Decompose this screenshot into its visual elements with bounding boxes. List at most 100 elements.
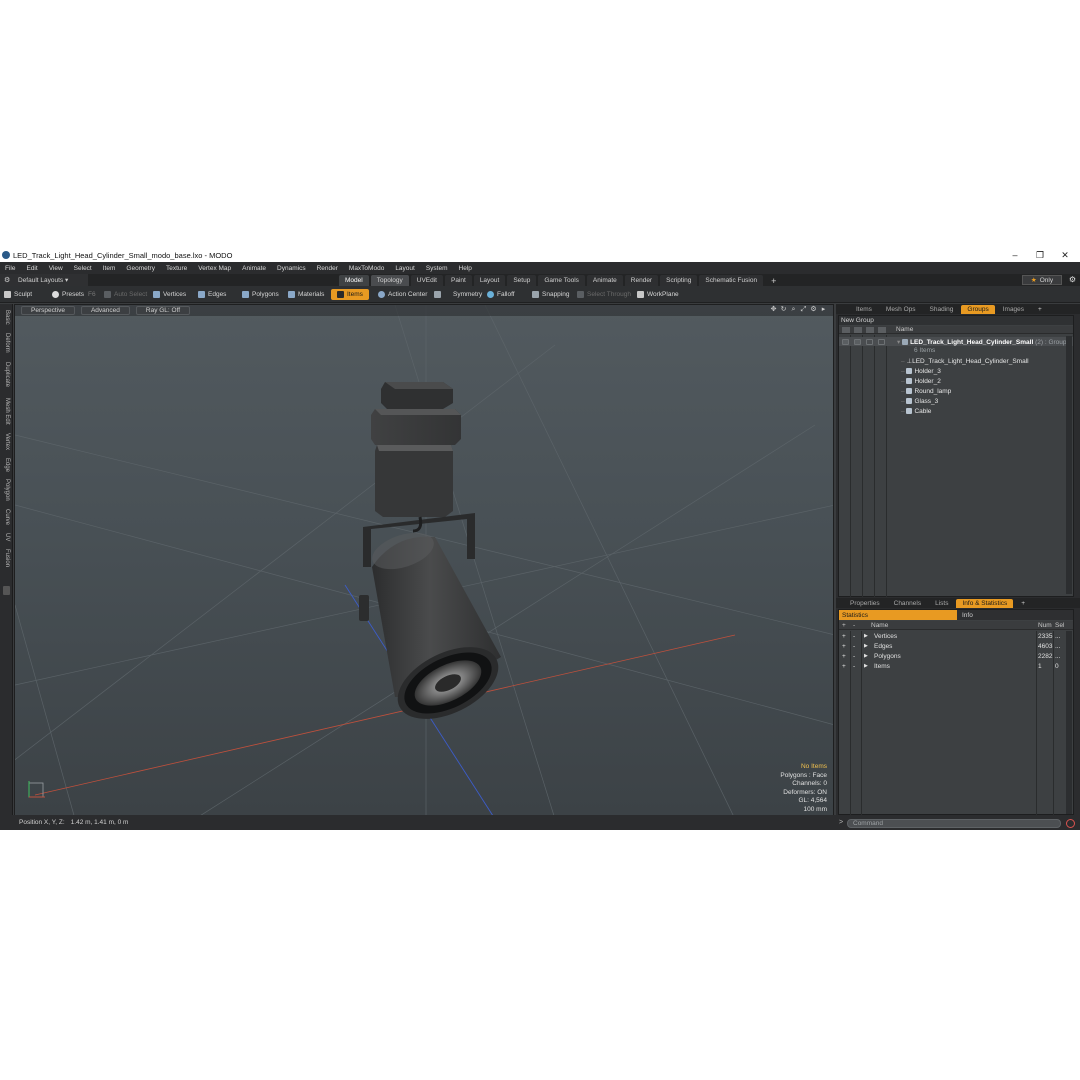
remove-icon[interactable]: - (853, 633, 855, 640)
lamp-model[interactable] (359, 382, 510, 734)
record-icon[interactable] (1066, 819, 1075, 828)
vtab-deform[interactable]: Deform (1, 330, 12, 356)
add-column-icon[interactable]: + (842, 622, 846, 629)
render-icon[interactable] (878, 339, 885, 345)
rotate-view-icon[interactable]: ↻ (780, 306, 787, 313)
expand-triangle-icon[interactable]: ▶ (864, 643, 868, 649)
perspective-button[interactable]: Perspective (21, 306, 75, 315)
menu-layout[interactable]: Layout (390, 265, 421, 272)
vtab-curve[interactable]: Curve (1, 506, 12, 528)
vtab-uv[interactable]: UV (1, 530, 12, 544)
vtab-vertex[interactable]: Vertex (1, 430, 12, 454)
menu-geometry[interactable]: Geometry (121, 265, 161, 272)
tab-schematic-fusion[interactable]: Schematic Fusion (699, 275, 764, 286)
viewport-more-icon[interactable]: ▸ (820, 306, 827, 313)
auto-select-button[interactable]: Auto Select (104, 289, 147, 300)
tab-mesh-ops[interactable]: Mesh Ops (880, 305, 922, 314)
group-member-row[interactable]: – Round_lamp (839, 386, 1073, 396)
menu-select[interactable]: Select (69, 265, 98, 272)
groups-scrollbar[interactable] (1066, 336, 1072, 594)
polygons-button[interactable]: Polygons (242, 289, 279, 300)
tab-render[interactable]: Render (624, 275, 659, 286)
tab-uvedit[interactable]: UVEdit (410, 275, 443, 286)
tab-properties[interactable]: Properties (844, 599, 886, 608)
subtab-statistics[interactable]: Statistics (839, 610, 957, 620)
fit-view-icon[interactable]: ⤢ (800, 306, 807, 313)
move-view-icon[interactable]: ✥ (770, 306, 777, 313)
menu-item[interactable]: Item (98, 265, 122, 272)
tab-groups[interactable]: Groups (961, 304, 995, 314)
symmetry-button[interactable]: Symmetry (434, 289, 482, 300)
vtab-basic[interactable]: Basic (1, 306, 12, 328)
new-group-button[interactable]: New Group (839, 316, 1073, 325)
add-icon[interactable]: + (842, 633, 846, 640)
menu-animate[interactable]: Animate (237, 265, 272, 272)
tab-setup[interactable]: Setup (507, 275, 537, 286)
viewport-settings-icon[interactable]: ⚙ (810, 306, 817, 313)
layout-settings-icon[interactable]: ⚙ (1069, 275, 1076, 284)
tab-lists[interactable]: Lists (929, 599, 954, 608)
group-member-row[interactable]: – ⊥LED_Track_Light_Head_Cylinder_Small (839, 356, 1073, 366)
remove-icon[interactable]: - (853, 663, 855, 670)
group-member-row[interactable]: – Cable (839, 406, 1073, 416)
sculpt-button[interactable]: Sculpt (4, 289, 32, 300)
lock-icon[interactable] (854, 339, 861, 345)
group-member-row[interactable]: – Holder_3 (839, 366, 1073, 376)
expand-arrow-icon[interactable]: ▾ (897, 339, 900, 346)
close-button[interactable]: ✕ (1053, 248, 1077, 262)
tab-shading[interactable]: Shading (924, 305, 960, 314)
tab-model[interactable]: Model (339, 275, 369, 286)
tab-game-tools[interactable]: Game Tools (538, 275, 585, 286)
add-icon[interactable]: + (842, 653, 846, 660)
vtab-duplicate[interactable]: Duplicate (1, 358, 12, 392)
advanced-button[interactable]: Advanced (80, 306, 130, 315)
tab-animate[interactable]: Animate (586, 275, 623, 286)
vtab-edge[interactable]: Edge (1, 456, 12, 474)
tab-topology[interactable]: Topology (370, 275, 409, 286)
ray-gl-button[interactable]: Ray GL: Off (135, 306, 191, 315)
group-row[interactable]: ▾ LED_Track_Light_Head_Cylinder_Small (2… (839, 337, 1073, 346)
stat-num-header[interactable]: Num (1038, 622, 1052, 629)
menu-file[interactable]: File (0, 265, 21, 272)
workplane-button[interactable]: WorkPlane (637, 289, 679, 300)
menu-dynamics[interactable]: Dynamics (272, 265, 312, 272)
stat-row[interactable]: + - ▶ Polygons 2282 ... (839, 652, 1073, 662)
add-bottom-tab-button[interactable]: + (1015, 599, 1031, 608)
zoom-view-icon[interactable]: ⌕ (790, 306, 797, 313)
edges-button[interactable]: Edges (198, 289, 226, 300)
vtab-polygon[interactable]: Polygon (1, 476, 12, 504)
remove-icon[interactable]: - (853, 653, 855, 660)
render-column-icon[interactable] (878, 327, 886, 333)
3d-viewport[interactable]: Perspective Advanced Ray GL: Off ✥ ↻ ⌕ ⤢… (14, 304, 834, 818)
materials-button[interactable]: Materials (288, 289, 324, 300)
strip-toggle-icon[interactable] (3, 586, 10, 595)
menu-system[interactable]: System (421, 265, 454, 272)
lock-column-icon[interactable] (854, 327, 862, 333)
stat-row[interactable]: + - ▶ Edges 4603 ... (839, 642, 1073, 652)
stat-row[interactable]: + - ▶ Vertices 2335 ... (839, 632, 1073, 642)
tab-channels[interactable]: Channels (888, 599, 927, 608)
expand-triangle-icon[interactable]: ▶ (864, 633, 868, 639)
viewport-scene[interactable] (15, 305, 834, 818)
group-member-row[interactable]: – Glass_3 (839, 396, 1073, 406)
subtab-info[interactable]: Info (957, 610, 973, 620)
tab-info-statistics[interactable]: Info & Statistics (956, 598, 1014, 608)
falloff-button[interactable]: Falloff (487, 289, 515, 300)
maximize-button[interactable]: ❐ (1028, 248, 1052, 262)
tab-layout[interactable]: Layout (473, 275, 506, 286)
command-input[interactable]: Command (847, 819, 1061, 828)
remove-icon[interactable]: - (853, 643, 855, 650)
vtab-mesh-edit[interactable]: Mesh Edit (1, 394, 12, 428)
select-column-icon[interactable] (866, 327, 874, 333)
tab-paint[interactable]: Paint (444, 275, 472, 286)
items-button[interactable]: Items (331, 289, 369, 300)
add-panel-tab-button[interactable]: + (1032, 305, 1048, 314)
tab-items[interactable]: Items (850, 305, 878, 314)
stat-name-header[interactable]: Name (871, 622, 888, 629)
expand-triangle-icon[interactable]: ▶ (864, 653, 868, 659)
presets-button[interactable]: Presets F6 (52, 289, 96, 300)
stat-row[interactable]: + - ▶ Items 1 0 (839, 662, 1073, 672)
action-center-button[interactable]: Action Center (378, 289, 427, 300)
menu-edit[interactable]: Edit (21, 265, 43, 272)
vertices-button[interactable]: Vertices (153, 289, 186, 300)
